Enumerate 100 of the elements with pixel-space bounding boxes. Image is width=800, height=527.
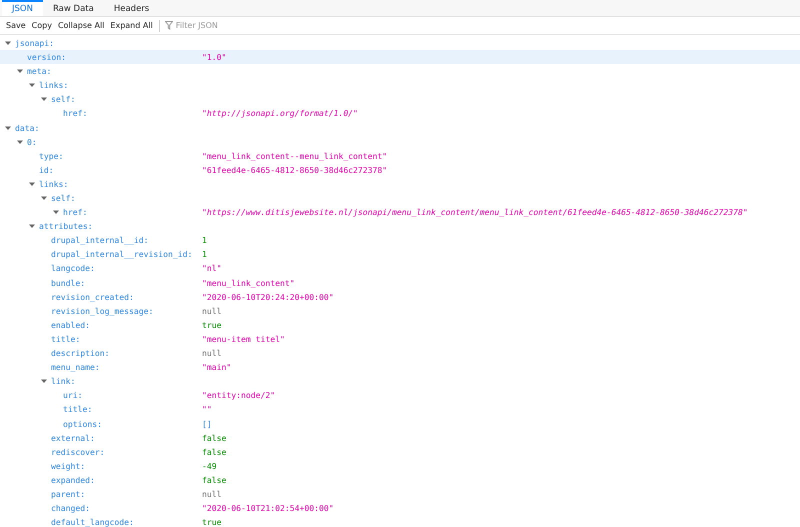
json-value: 1 — [202, 234, 207, 246]
json-key: href: — [63, 107, 88, 120]
json-key: enabled: — [51, 318, 90, 331]
tree-row[interactable]: id: "61feed4e-6465-4812-8650-38d46c272378" — [0, 162, 800, 177]
expanded-icon[interactable] — [40, 194, 48, 202]
json-value: "1.0" — [202, 51, 226, 64]
json-key: expanded: — [51, 474, 95, 486]
tree-row[interactable]: drupal_internal__revision_id: 1 — [0, 247, 800, 262]
tab[interactable]: Headers — [104, 0, 160, 16]
json-key: parent: — [51, 488, 86, 500]
json-key: jsonapi: — [15, 36, 54, 50]
expanded-icon[interactable] — [16, 138, 24, 146]
json-key: drupal_internal__id: — [51, 234, 148, 246]
tree-row[interactable]: href: "https://www.ditisjewebsite.nl/jsonapi/menu_link_content/menu_link_content/61feed4e-6465-4812-8650-38d46c272378" — [0, 205, 800, 220]
tree-row[interactable]: bundle: "menu_link_content" — [0, 276, 800, 290]
tree-row[interactable]: external: false — [0, 430, 800, 445]
tree-row[interactable]: self: — [0, 191, 800, 206]
json-key: uri: — [63, 389, 82, 402]
tree-row[interactable]: href: "http://jsonapi.org/format/1.0/" — [0, 106, 800, 121]
tree-row[interactable]: meta: — [0, 64, 800, 78]
json-value: "" — [202, 403, 212, 416]
json-value: "menu-item titel" — [202, 332, 285, 346]
expanded-icon[interactable] — [16, 67, 24, 76]
toolbar-button[interactable]: Expand All — [107, 17, 156, 34]
json-key: title: — [51, 332, 80, 346]
tree-row[interactable]: title: "" — [0, 402, 800, 417]
tree-row[interactable]: links: — [0, 176, 800, 192]
tree-row[interactable]: parent: null — [0, 487, 800, 502]
tree-row[interactable]: default_langcode: true — [0, 515, 800, 527]
json-value: 1 — [202, 248, 207, 261]
json-key: title: — [63, 403, 92, 416]
json-value: "main" — [202, 361, 232, 374]
expanded-icon[interactable] — [28, 81, 36, 90]
expanded-icon[interactable] — [40, 377, 48, 386]
json-value: "menu_link_content--menu_link_content" — [202, 150, 388, 162]
tree-row[interactable]: links: — [0, 78, 800, 92]
json-key: links: — [39, 79, 68, 92]
expanded-icon[interactable] — [52, 208, 60, 216]
tree-row[interactable]: drupal_internal__id: 1 — [0, 233, 800, 248]
json-key: weight: — [51, 460, 86, 472]
json-key: default_langcode: — [51, 516, 134, 527]
toolbar-button[interactable]: Collapse All — [54, 17, 108, 34]
json-key: data: — [15, 122, 40, 134]
toolbar-button[interactable]: Save — [3, 17, 29, 34]
tree-row[interactable]: description: null — [0, 346, 800, 360]
tree-row[interactable]: revision_log_message: null — [0, 304, 800, 318]
tree-row[interactable]: version: "1.0" — [0, 50, 800, 64]
json-value: null — [202, 488, 222, 500]
json-key: links: — [39, 178, 68, 190]
json-value: false — [202, 432, 226, 444]
json-key: langcode: — [51, 262, 95, 275]
tree-row[interactable]: options: [] — [0, 416, 800, 431]
json-key: menu_name: — [51, 361, 100, 374]
tree-row[interactable]: menu_name: "main" — [0, 360, 800, 374]
tree-row[interactable]: type: "menu_link_content--menu_link_content" — [0, 148, 800, 163]
json-key: href: — [63, 206, 88, 218]
json-value: "https://www.ditisjewebsite.nl/jsonapi/menu_link_content/menu_link_content/61feed4e-6465-4812-8650-38d46c272378" — [202, 206, 748, 218]
expanded-icon[interactable] — [40, 95, 48, 104]
json-key: type: — [39, 150, 64, 162]
tree-row[interactable]: link: — [0, 374, 800, 388]
tree-row[interactable]: weight: -49 — [0, 458, 800, 473]
json-value: null — [202, 347, 222, 360]
json-value: "http://jsonapi.org/format/1.0/" — [202, 107, 358, 120]
expanded-icon[interactable] — [28, 180, 36, 188]
json-key: external: — [51, 432, 95, 444]
tree-row[interactable]: uri: "entity:node/2" — [0, 388, 800, 402]
json-key: attributes: — [39, 220, 93, 232]
tree-row[interactable]: expanded: false — [0, 472, 800, 487]
filter-icon — [164, 21, 173, 30]
json-key: self: — [51, 192, 76, 204]
json-key: id: — [39, 164, 54, 176]
expanded-icon[interactable] — [28, 222, 36, 230]
json-value: false — [202, 474, 226, 486]
tree-row[interactable]: attributes: — [0, 219, 800, 234]
json-key: self: — [51, 93, 76, 106]
json-value: "2020-06-10T20:24:20+00:00" — [202, 290, 334, 303]
tree-row[interactable]: self: — [0, 92, 800, 106]
json-key: link: — [51, 375, 76, 388]
expanded-icon[interactable] — [4, 124, 12, 132]
tree-row[interactable]: rediscover: false — [0, 444, 800, 459]
json-key: rediscover: — [51, 446, 105, 458]
json-value: "61feed4e-6465-4812-8650-38d46c272378" — [202, 164, 388, 176]
tree-row[interactable]: revision_created: "2020-06-10T20:24:20+00:00" — [0, 290, 800, 304]
filter-field[interactable]: Filter JSON — [174, 20, 294, 32]
tab[interactable]: Raw Data — [42, 0, 104, 16]
tree-row[interactable]: enabled: true — [0, 318, 800, 332]
tree-row[interactable]: jsonapi: — [0, 36, 800, 50]
tree-row[interactable]: data: — [0, 120, 800, 135]
json-key: changed: — [51, 502, 90, 514]
json-key: options: — [63, 418, 102, 430]
json-value: "menu_link_content" — [202, 276, 295, 289]
tree-row[interactable]: changed: "2020-06-10T21:02:54+00:00" — [0, 501, 800, 516]
expanded-icon[interactable] — [4, 39, 12, 48]
tree-row[interactable]: title: "menu-item titel" — [0, 332, 800, 346]
toolbar-button[interactable]: Copy — [28, 17, 55, 34]
tree-row[interactable]: 0: — [0, 134, 800, 149]
tree-row[interactable]: langcode: "nl" — [0, 262, 800, 276]
json-value: "nl" — [202, 262, 222, 275]
tab[interactable]: JSON — [2, 0, 43, 16]
json-key: description: — [51, 347, 110, 360]
